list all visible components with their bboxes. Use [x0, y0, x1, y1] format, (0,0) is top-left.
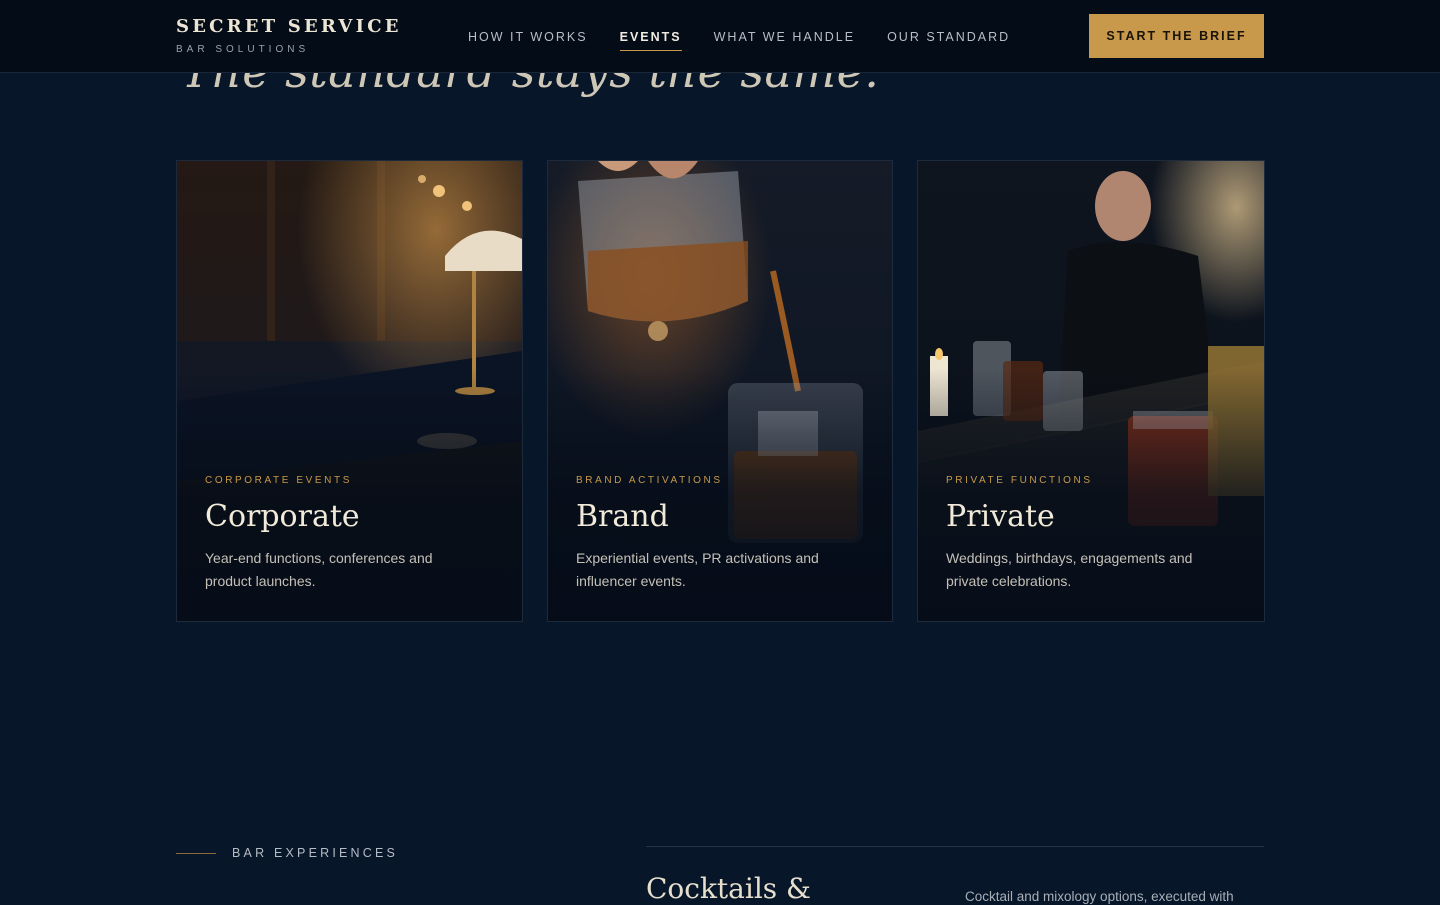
bar-experiences-description: Cocktail and mixology options, executed …	[965, 889, 1234, 904]
card-title: Corporate	[205, 499, 360, 534]
main-nav: HOW IT WORKS EVENTS WHAT WE HANDLE OUR S…	[468, 30, 1010, 51]
card-description: Year-end functions, conferences and prod…	[205, 550, 433, 589]
section-label-line	[176, 853, 216, 854]
card-description: Experiential events, PR activations and …	[576, 550, 819, 589]
brand-name: SECRET SERVICE	[176, 16, 402, 37]
card-title: Private	[946, 499, 1055, 534]
card-private[interactable]: PRIVATE FUNCTIONS Private Weddings, birt…	[917, 160, 1265, 622]
site-header: SECRET SERVICE BAR SOLUTIONS HOW IT WORK…	[0, 0, 1440, 73]
card-eyebrow: BRAND ACTIVATIONS	[576, 475, 723, 486]
nav-what-we-handle[interactable]: WHAT WE HANDLE	[714, 30, 855, 51]
brand-tagline: BAR SOLUTIONS	[176, 44, 310, 55]
nav-events[interactable]: EVENTS	[619, 30, 682, 51]
section-divider	[646, 846, 1264, 847]
card-description: Weddings, birthdays, engagements and pri…	[946, 550, 1193, 589]
bar-experiences-label: BAR EXPERIENCES	[232, 846, 399, 860]
bar-experiences-title: Cocktails &	[646, 872, 811, 905]
nav-our-standard[interactable]: OUR STANDARD	[887, 30, 1010, 51]
card-corporate[interactable]: CORPORATE EVENTS Corporate Year-end func…	[176, 160, 523, 622]
card-eyebrow: PRIVATE FUNCTIONS	[946, 475, 1093, 486]
brand-logo[interactable]: SECRET SERVICE BAR SOLUTIONS	[176, 16, 402, 55]
start-brief-button[interactable]: START THE BRIEF	[1089, 14, 1264, 58]
nav-how-it-works[interactable]: HOW IT WORKS	[468, 30, 588, 51]
card-eyebrow: CORPORATE EVENTS	[205, 475, 352, 486]
card-title: Brand	[576, 499, 669, 534]
card-brand[interactable]: BRAND ACTIVATIONS Brand Experiential eve…	[547, 160, 893, 622]
